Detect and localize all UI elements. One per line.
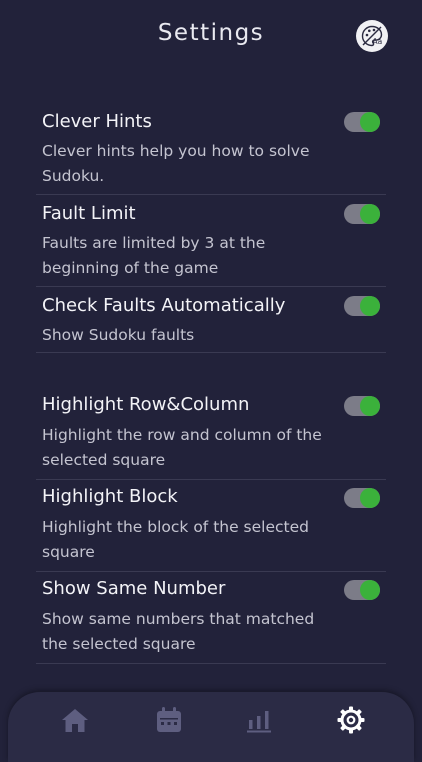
setting-description: Highlight the block of the selected squa… [42, 518, 309, 561]
clever-hints-toggle[interactable] [344, 112, 380, 132]
setting-title: Clever Hints [42, 111, 152, 132]
toggle-knob [360, 488, 380, 508]
toggle-knob [360, 580, 380, 600]
stats-icon [247, 711, 271, 733]
show-same-number-toggle[interactable] [344, 580, 380, 600]
header: Settings Aa [0, 0, 422, 72]
setting-title: Highlight Block [42, 486, 178, 507]
settings-section-1: Clever Hints Clever hints help you how t… [36, 103, 386, 353]
setting-title: Highlight Row&Column [42, 394, 250, 415]
check-faults-toggle[interactable] [344, 296, 380, 316]
setting-row-highlight-row-column: Highlight Row&Column Highlight the row a… [36, 388, 386, 480]
theme-button[interactable]: Aa [356, 20, 388, 52]
setting-description: Show Sudoku faults [42, 326, 195, 344]
setting-description: Show same numbers that matched the selec… [42, 610, 315, 653]
fault-limit-toggle[interactable] [344, 204, 380, 224]
toggle-knob [360, 204, 380, 224]
toggle-knob [360, 296, 380, 316]
gear-icon [337, 706, 365, 734]
setting-title: Show Same Number [42, 578, 226, 599]
setting-description: Clever hints help you how to solve Sudok… [42, 142, 310, 185]
calendar-icon [157, 707, 181, 732]
tab-daily-challenge[interactable] [154, 706, 184, 734]
svg-text:Aa: Aa [373, 37, 383, 46]
setting-row-clever-hints: Clever Hints Clever hints help you how t… [36, 103, 386, 195]
setting-row-show-same-number: Show Same Number Show same numbers that … [36, 572, 386, 664]
toggle-knob [360, 112, 380, 132]
tab-home[interactable] [60, 706, 90, 734]
setting-row-check-faults: Check Faults Automatically Show Sudoku f… [36, 287, 386, 353]
bottom-tab-bar [8, 692, 414, 762]
toggle-knob [360, 396, 380, 416]
setting-row-fault-limit: Fault Limit Faults are limited by 3 at t… [36, 195, 386, 287]
setting-description: Faults are limited by 3 at the beginning… [42, 234, 266, 277]
settings-section-2: Highlight Row&Column Highlight the row a… [36, 388, 386, 664]
setting-title: Check Faults Automatically [42, 295, 286, 316]
highlight-row-column-toggle[interactable] [344, 396, 380, 416]
setting-description: Highlight the row and column of the sele… [42, 426, 322, 469]
highlight-block-toggle[interactable] [344, 488, 380, 508]
setting-row-highlight-block: Highlight Block Highlight the block of t… [36, 480, 386, 572]
tab-statistics[interactable] [244, 706, 274, 734]
setting-title: Fault Limit [42, 203, 136, 224]
tab-settings[interactable] [336, 706, 366, 734]
theme-text-size-icon: Aa [361, 25, 383, 47]
home-icon [62, 709, 88, 732]
